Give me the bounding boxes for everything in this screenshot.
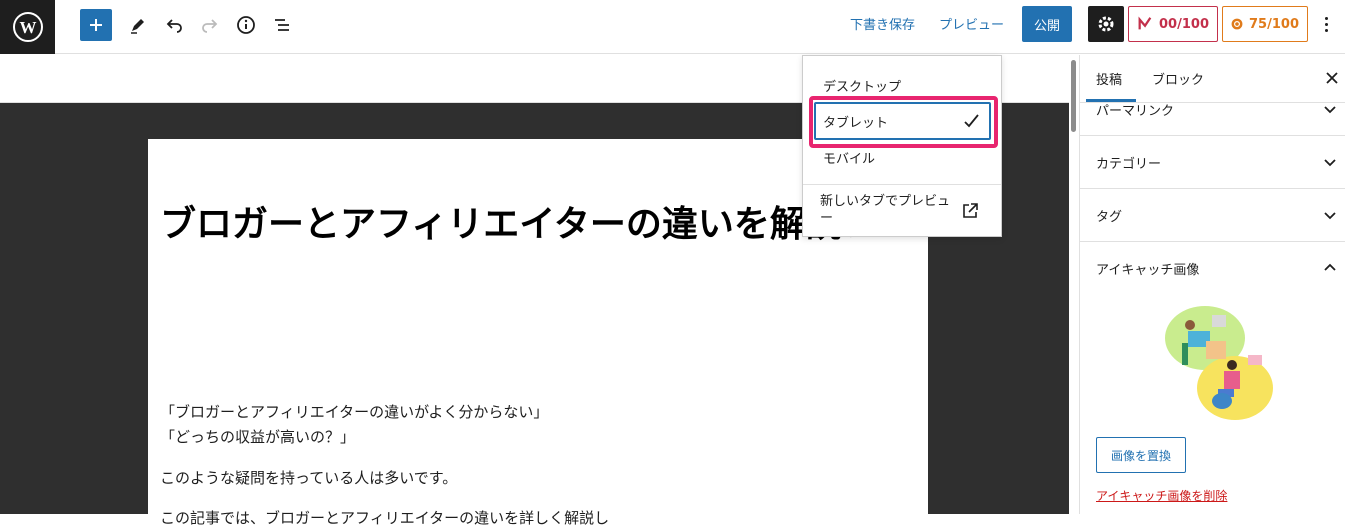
rankmath-icon [1231,18,1243,30]
external-link-icon [963,203,978,218]
gear-icon [1098,16,1114,32]
panel-permalink[interactable]: パーマリンク [1080,83,1345,136]
chevron-down-icon [1324,159,1336,167]
add-block-button[interactable] [80,9,112,41]
panel-featured-image-label: アイキャッチ画像 [1096,263,1200,278]
panel-permalink-label: パーマリンク [1096,104,1175,119]
replace-image-button[interactable]: 画像を置換 [1096,437,1186,473]
plus-icon [90,19,102,31]
quote-line-2[interactable]: 「どっちの収益が高いの？」 [160,426,355,449]
yoast-icon [1138,16,1152,30]
list-view-icon [275,19,289,31]
editor-toolbar: W 下書き保存 プレビュー 公開 00/100 75/100 [0,0,1345,54]
menu-item-mobile[interactable]: モバイル [823,148,875,167]
settings-sidebar: 投稿 ブロック パーマリンク カテゴリー タグ アイキャッチ画像 画像を置換 ア… [1079,55,1345,514]
paragraph-block[interactable]: このような疑問を持っている人は多いです。 [160,467,457,490]
list-view-button[interactable] [266,9,298,41]
featured-image-thumbnail[interactable] [1160,303,1280,423]
yoast-score-value: 00/100 [1159,16,1209,32]
panel-categories-label: カテゴリー [1096,157,1162,172]
publish-button[interactable]: 公開 [1022,6,1072,42]
panel-categories[interactable]: カテゴリー [1080,136,1345,189]
paragraph-block-cut[interactable]: この記事では、ブロガーとアフィリエイターの違いを詳しく解説し [160,507,609,530]
save-draft-button[interactable]: 下書き保存 [850,14,915,33]
menu-item-preview-new-tab[interactable]: 新しいタブでプレビュー [820,193,956,227]
rankmath-score-button[interactable]: 75/100 [1222,6,1308,42]
checkmark-icon [964,114,979,128]
pencil-icon [131,19,144,34]
panel-tags-label: タグ [1096,210,1123,225]
menu-separator [803,184,1001,185]
menu-item-tablet[interactable]: タブレット [823,112,888,131]
more-vertical-icon [1324,16,1328,20]
svg-text:W: W [19,18,36,37]
redo-button[interactable] [194,9,226,41]
preview-dropdown-menu: デスクトップ タブレット モバイル 新しいタブでプレビュー [802,55,1002,237]
wordpress-icon: W [12,12,43,42]
undo-button[interactable] [158,9,190,41]
quote-line-1[interactable]: 「ブロガーとアフィリエイターの違いがよく分からない」 [160,401,548,424]
tools-button[interactable] [122,9,154,41]
menu-item-desktop[interactable]: デスクトップ [823,76,901,95]
chevron-down-icon [1324,106,1336,114]
panel-featured-image[interactable]: アイキャッチ画像 [1080,242,1345,295]
info-icon [237,16,255,34]
redo-icon [202,19,218,33]
options-menu-button[interactable] [1316,12,1336,36]
settings-button[interactable] [1088,6,1124,42]
chevron-up-icon [1324,263,1336,271]
preview-button[interactable]: プレビュー [939,14,1004,33]
details-button[interactable] [230,9,262,41]
panel-tags[interactable]: タグ [1080,189,1345,242]
editor-scrollbar[interactable] [1069,56,1078,514]
chevron-down-icon [1324,212,1336,220]
undo-icon [166,19,182,33]
post-title[interactable]: ブロガーとアフィリエイターの違いを解説！ [160,200,880,250]
yoast-seo-score-button[interactable]: 00/100 [1128,6,1218,42]
rankmath-score-value: 75/100 [1249,16,1299,32]
wordpress-logo-button[interactable]: W [0,0,55,54]
remove-featured-image-link[interactable]: アイキャッチ画像を削除 [1096,487,1227,504]
